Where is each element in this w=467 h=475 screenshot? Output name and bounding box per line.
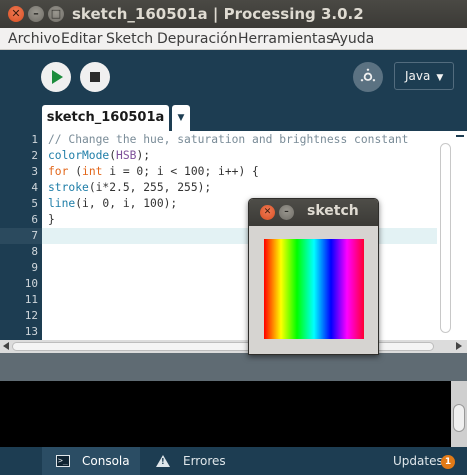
window-close-button[interactable]: ✕ (8, 6, 24, 22)
line-number-gutter: 1 2 3 4 5 6 7 8 9 10 11 12 13 (0, 131, 42, 340)
sketch-canvas[interactable] (264, 239, 364, 339)
console-tab-label: Consola (82, 454, 130, 468)
line-number: 12 (24, 309, 38, 322)
mode-label: Java (405, 69, 431, 83)
warning-mark: ! (161, 457, 165, 466)
chevron-down-icon: ▼ (177, 113, 185, 123)
line-number: 3 (31, 165, 38, 178)
sketch-title-bar[interactable]: ✕ – sketch (249, 199, 378, 226)
window-minimize-button[interactable]: – (28, 6, 44, 22)
line-number: 2 (31, 149, 38, 162)
console-scrollbar-thumb[interactable] (453, 404, 465, 432)
stop-icon (90, 72, 100, 82)
menu-bar: Archivo Editar Sketch Depuración Herrami… (0, 28, 467, 50)
code-line: } (48, 213, 55, 226)
stop-button[interactable] (80, 62, 110, 92)
message-area (0, 353, 467, 381)
window-title: sketch_160501a | Processing 3.0.2 (72, 5, 364, 23)
scroll-marker (456, 135, 464, 137)
code-line: for (int i = 0; i < 100; i++) { (48, 165, 259, 178)
footer-bar: >_ Consola ! Errores Updates 1 (0, 447, 467, 475)
line-number: 13 (24, 325, 38, 338)
window-maximize-button[interactable]: □ (48, 6, 64, 22)
sketch-minimize-button[interactable]: – (279, 205, 294, 220)
sketch-window-title: sketch (307, 203, 359, 219)
play-icon (52, 70, 63, 84)
line-number: 11 (24, 293, 38, 306)
title-bar: ✕ – □ sketch_160501a | Processing 3.0.2 (0, 0, 467, 28)
sketch-close-button[interactable]: ✕ (260, 205, 275, 220)
console-output[interactable] (0, 381, 467, 447)
run-button[interactable] (41, 62, 71, 92)
chevron-down-icon: ▼ (436, 73, 444, 83)
menu-depuracion[interactable]: Depuración (157, 31, 238, 47)
tab-menu-button[interactable]: ▼ (172, 105, 190, 131)
line-number: 5 (31, 197, 38, 210)
line-number: 7 (31, 229, 38, 242)
line-number: 4 (31, 181, 38, 194)
menu-sketch[interactable]: Sketch (106, 31, 153, 47)
menu-archivo[interactable]: Archivo (8, 31, 60, 47)
tab-console[interactable]: >_ Consola (42, 447, 140, 475)
menu-ayuda[interactable]: Ayuda (331, 31, 374, 47)
code-editor[interactable]: 1 2 3 4 5 6 7 8 9 10 11 12 13 // Change … (0, 131, 467, 340)
scroll-right-icon[interactable] (456, 342, 462, 350)
line-number: 9 (31, 261, 38, 274)
butterfly-icon: ꗝ (359, 66, 377, 87)
code-line: colorMode(HSB); (48, 149, 151, 162)
tab-errors[interactable]: Errores (183, 454, 226, 468)
code-line: stroke(i*2.5, 255, 255); (48, 181, 212, 194)
line-number: 6 (31, 213, 38, 226)
scroll-left-icon[interactable] (3, 342, 9, 350)
tab-sketch[interactable]: sketch_160501a (42, 105, 169, 131)
mode-select[interactable]: Java ▼ (394, 62, 454, 90)
sketch-output-window[interactable]: ✕ – sketch (248, 198, 379, 355)
console-icon: >_ (56, 455, 70, 467)
code-line: // Change the hue, saturation and bright… (48, 133, 409, 146)
horizontal-scrollbar[interactable] (0, 340, 467, 353)
updates-count-badge[interactable]: 1 (441, 455, 455, 469)
line-number: 8 (31, 245, 38, 258)
updates-link[interactable]: Updates (393, 454, 443, 468)
line-number: 10 (24, 277, 38, 290)
toolbar: ꗝ Java ▼ (0, 50, 467, 105)
vertical-scrollbar-thumb[interactable] (440, 143, 451, 333)
tab-bar: sketch_160501a ▼ (0, 105, 467, 131)
menu-herramientas[interactable]: Herramientas (238, 31, 333, 47)
line-number: 1 (31, 133, 38, 146)
warning-icon[interactable]: ! (156, 455, 170, 467)
menu-editar[interactable]: Editar (61, 31, 102, 47)
code-line: line(i, 0, i, 100); (48, 197, 178, 210)
debugger-button[interactable]: ꗝ (353, 62, 383, 92)
